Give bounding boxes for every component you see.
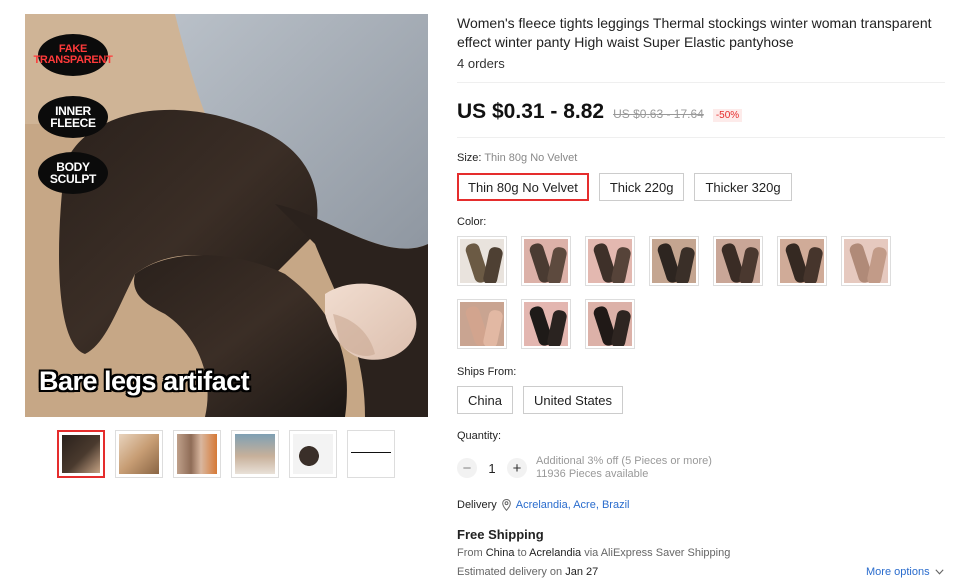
body-sculpt-badge: BODY SCULPT [38,152,108,194]
color-swatch[interactable] [841,236,891,286]
size-label-row: Size: Thin 80g No Velvet [457,152,577,164]
ships-from-china[interactable]: China [457,386,513,414]
size-option-thick-220g[interactable]: Thick 220g [598,173,685,201]
quantity-label: Quantity: [457,430,502,442]
quantity-stepper: − 1 + Additional 3% off (5 Pieces or mor… [457,455,712,481]
image-caption: Bare legs artifact [39,366,250,396]
more-options-label: More options [866,566,930,578]
shipping-to-prefix: to [514,547,530,559]
shipping-method: via AliExpress Saver Shipping [581,547,731,559]
ships-from-united-states[interactable]: United States [522,386,624,414]
main-product-image[interactable]: FAKE TRANSPARENT INNER FLEECE BODY SCULP… [25,14,428,417]
color-swatch[interactable] [713,236,763,286]
delivery-row: Delivery Acrelandia, Acre, Brazil [457,499,629,511]
color-label: Color: [457,216,487,228]
color-swatch[interactable] [457,299,507,349]
fake-transparent-badge: FAKE TRANSPARENT [34,34,113,76]
divider [457,82,945,83]
selected-size: Thin 80g No Velvet [484,152,578,164]
size-option-thin-80g[interactable]: Thin 80g No Velvet [457,173,589,201]
quantity-decrease-button[interactable]: − [457,458,477,478]
thumbnail[interactable] [231,430,279,478]
chevron-down-icon [934,569,944,575]
color-swatch[interactable] [457,236,507,286]
discount-badge: -50% [712,109,743,122]
bulk-discount-note: Additional 3% off (5 Pieces or more) [536,455,712,467]
ships-from-label: Ships From: [457,366,517,378]
badge-label: INNER FLEECE [50,104,96,130]
size-label: Size: [457,152,482,164]
price-row: US $0.31 - 8.82 US $0.63 - 17.64 -50% [457,100,743,124]
estimated-delivery-prefix: Estimated delivery on [457,566,566,578]
delivery-label: Delivery [457,499,497,511]
color-swatch[interactable] [521,299,571,349]
thumbnail-strip [57,430,395,478]
color-swatch[interactable] [521,236,571,286]
free-shipping-title: Free Shipping [457,527,544,542]
inner-fleece-badge: INNER FLEECE [38,96,108,138]
quantity-note: Additional 3% off (5 Pieces or more) 119… [536,455,712,481]
color-swatches [457,236,897,349]
thumbnail[interactable] [347,430,395,478]
product-title: Women's fleece tights leggings Thermal s… [457,15,932,50]
badge-label: BODY SCULPT [49,160,97,186]
shipping-from-prefix: From [457,547,486,559]
estimated-delivery-date: Jan 27 [565,566,599,578]
order-count: 4 orders [457,56,505,71]
thumbnail[interactable] [289,430,337,478]
shipping-destination: Acrelandia [529,547,582,559]
size-options: Thin 80g No Velvet Thick 220g Thicker 32… [457,173,792,201]
color-swatch[interactable] [777,236,827,286]
thumbnail[interactable] [57,430,105,478]
stock-available: 11936 Pieces available [536,468,649,480]
shipping-route: From China to Acrelandia via AliExpress … [457,547,730,559]
original-price: US $0.63 - 17.64 [613,107,704,121]
current-price: US $0.31 - 8.82 [457,100,605,123]
color-swatch[interactable] [585,299,635,349]
quantity-increase-button[interactable]: + [507,458,527,478]
shipping-origin: China [485,547,515,559]
size-option-thicker-320g[interactable]: Thicker 320g [694,173,792,201]
thumbnail[interactable] [115,430,163,478]
delivery-location-link[interactable]: Acrelandia, Acre, Brazil [516,499,630,511]
quantity-value[interactable]: 1 [477,461,507,476]
location-pin-icon [501,499,511,511]
estimated-delivery: Estimated delivery on Jan 27 [457,566,598,578]
badge-label: FAKE TRANSPARENT [33,43,113,66]
color-swatch[interactable] [585,236,635,286]
color-swatch[interactable] [649,236,699,286]
divider [457,137,945,138]
more-options-link[interactable]: More options [866,566,944,578]
thumbnail[interactable] [173,430,221,478]
ships-from-options: China United States [457,386,624,414]
